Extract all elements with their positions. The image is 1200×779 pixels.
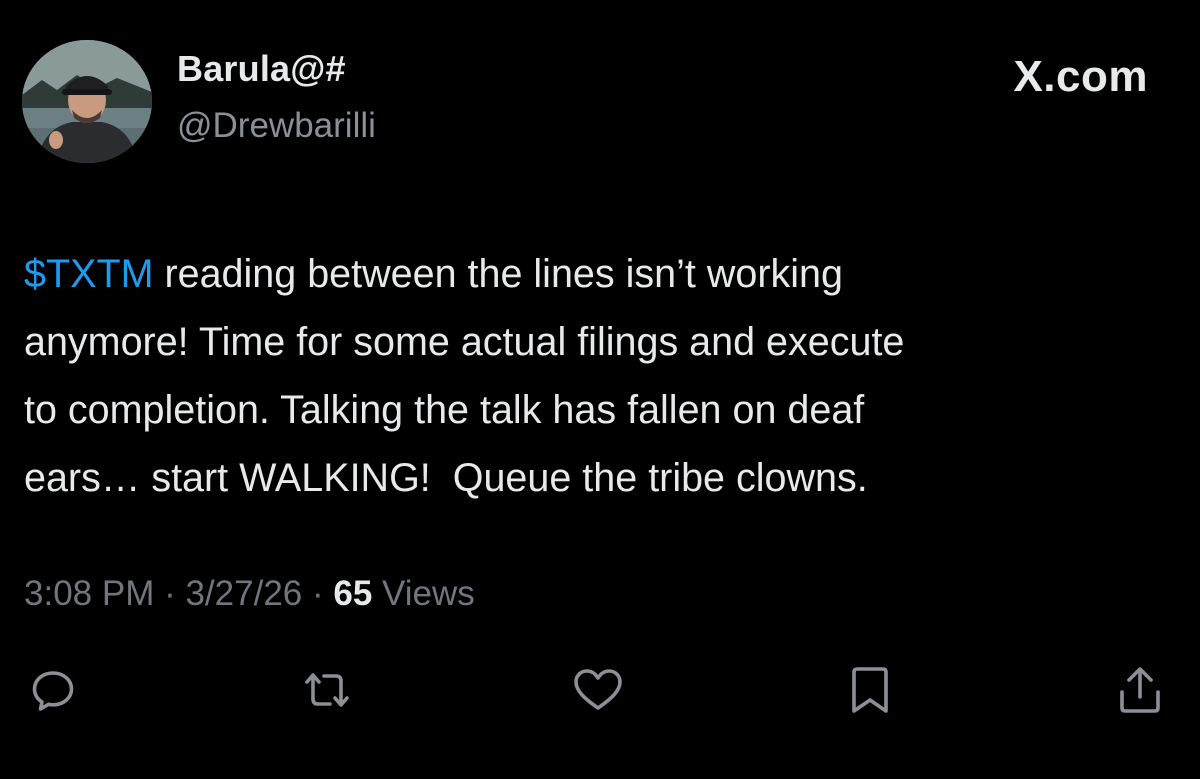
- views-label: Views: [372, 574, 475, 613]
- tweet-text: $TXTM reading between the lines isn’t wo…: [24, 240, 1174, 512]
- reply-icon: [32, 671, 74, 711]
- brand-label: X.com: [1013, 52, 1148, 101]
- cashtag-link[interactable]: $TXTM: [24, 252, 153, 296]
- share-button[interactable]: [1110, 660, 1170, 720]
- tweet-time[interactable]: 3:08 PM: [24, 574, 154, 613]
- heart-icon: [574, 669, 622, 710]
- tweet-date[interactable]: 3/27/26: [185, 574, 302, 613]
- display-name[interactable]: Barula@#: [177, 48, 346, 90]
- repost-button[interactable]: [297, 660, 357, 720]
- action-bar: [0, 660, 1200, 720]
- meta-separator: ·: [154, 574, 186, 613]
- reply-button[interactable]: [23, 660, 83, 720]
- bookmark-button[interactable]: [840, 660, 900, 720]
- views-count: 65: [333, 574, 373, 613]
- like-button[interactable]: [568, 660, 628, 720]
- tweet-meta: 3:08 PM · 3/27/26 · 65 Views: [24, 574, 475, 614]
- tweet-card: Barula@# @Drewbarilli X.com $TXTM readin…: [0, 0, 1200, 779]
- avatar[interactable]: [22, 40, 152, 163]
- share-icon: [1120, 667, 1160, 713]
- meta-separator: ·: [302, 574, 334, 613]
- tweet-body: reading between the lines isn’t working …: [24, 252, 905, 500]
- repost-icon: [305, 673, 349, 707]
- bookmark-icon: [852, 667, 888, 713]
- user-handle[interactable]: @Drewbarilli: [177, 106, 376, 146]
